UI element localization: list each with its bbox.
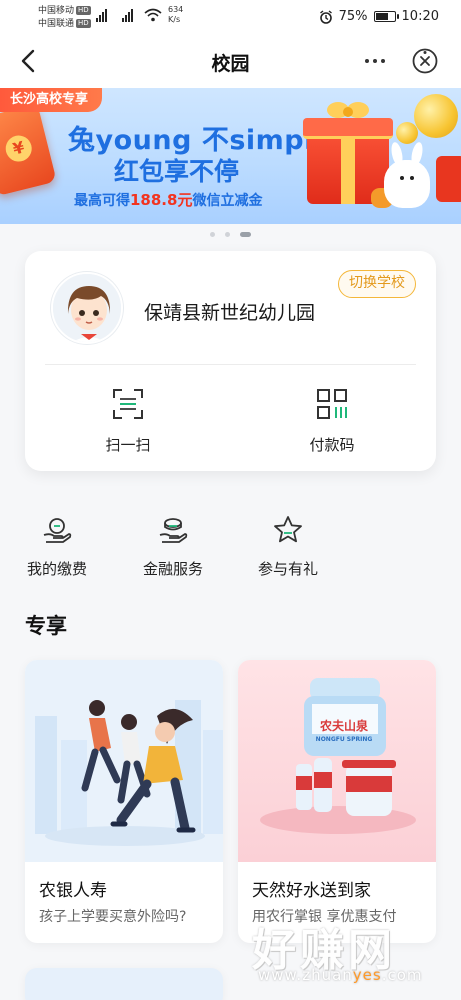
signal-icon [96,8,107,22]
avatar [51,272,123,344]
wifi-icon [144,8,162,22]
my-payment-shortcut[interactable]: 我的缴费 [12,515,102,579]
page-title: 校园 [211,53,250,75]
qr-code-icon [317,389,347,419]
section-title: 专享 [25,614,67,638]
red-envelope-image [0,103,57,197]
finance-hand-icon [159,518,188,543]
scan-label: 扫一扫 [105,436,151,454]
product-subtitle: 用农行掌银 享优惠支付 [252,909,397,925]
gold-coin-image [414,94,458,138]
insurance-illustration [25,660,223,862]
star-icon [274,516,302,543]
gold-coin-image-small [396,122,418,144]
carousel-dot [210,232,215,237]
clock: 10:20 [401,9,439,24]
finance-service-shortcut[interactable]: 金融服务 [128,515,218,579]
battery-icon [373,11,399,22]
school-card: 保靖县新世纪幼儿园 切换学校 扫一扫 付款码 [25,251,436,471]
signal-icon-2 [122,8,133,22]
campus-page: 中国移动 HD 中国联通 HD 634 K/s 75% 10:20 校园 ¥ 长… [0,0,461,1000]
banner-tag: 长沙高校专享 [0,88,103,112]
close-miniapp-icon[interactable] [411,47,439,75]
product-title: 农银人寿 [39,881,107,901]
scan-icon [113,389,143,419]
banner-offer: 最高可得188.8元微信立减金 [74,191,263,209]
rabbit-mascot-image [384,160,430,208]
my-payment-label: 我的缴费 [26,560,87,578]
promo-banner[interactable]: 长沙高校专享 兔young 不simple 红包享不停 最高可得188.8元微信… [0,88,461,224]
product-title: 天然好水送到家 [252,881,371,901]
carousel-dot-active [240,232,251,237]
red-packet-image [436,156,461,202]
product-card-insurance[interactable]: 农银人寿 孩子上学要买意外险吗? [25,660,223,943]
product-card-partial[interactable] [25,968,223,1000]
alarm-icon [319,9,332,24]
product-subtitle: 孩子上学要买意外险吗? [39,909,187,925]
scan-button[interactable]: 扫一扫 [73,387,183,455]
nav-bar: 校园 [0,34,461,88]
brand-label: 农夫山泉 NONGFU SPRING [315,719,373,744]
banner-subheadline: 红包享不停 [114,157,240,186]
payment-hand-icon [43,518,72,543]
switch-school-button[interactable]: 切换学校 [338,270,416,298]
status-bar: 中国移动 HD 中国联通 HD 634 K/s 75% 10:20 [0,0,461,34]
payment-code-button[interactable]: 付款码 [277,387,387,455]
divider [45,364,416,365]
carrier-1: 中国移动 HD [38,6,91,16]
rewards-shortcut[interactable]: 参与有礼 [243,515,333,579]
watermark-url: www.zhuanyes.com [258,966,423,984]
net-speed: 634 K/s [168,5,184,24]
school-name: 保靖县新世纪幼儿园 [144,302,316,324]
rewards-label: 参与有礼 [257,560,318,578]
payment-code-label: 付款码 [309,436,355,454]
carousel-indicator [0,232,461,237]
battery-percent: 75% [338,9,368,24]
product-card-water[interactable]: 农夫山泉 NONGFU SPRING 天然好水送到家 用农行掌银 享优惠支付 [238,660,436,943]
carrier-2: 中国联通 HD [38,19,91,29]
water-bottles-illustration [238,660,436,862]
more-icon[interactable] [359,46,391,76]
finance-service-label: 金融服务 [142,560,203,578]
status-right: 75% 10:20 [319,9,439,24]
carousel-dot [225,232,230,237]
